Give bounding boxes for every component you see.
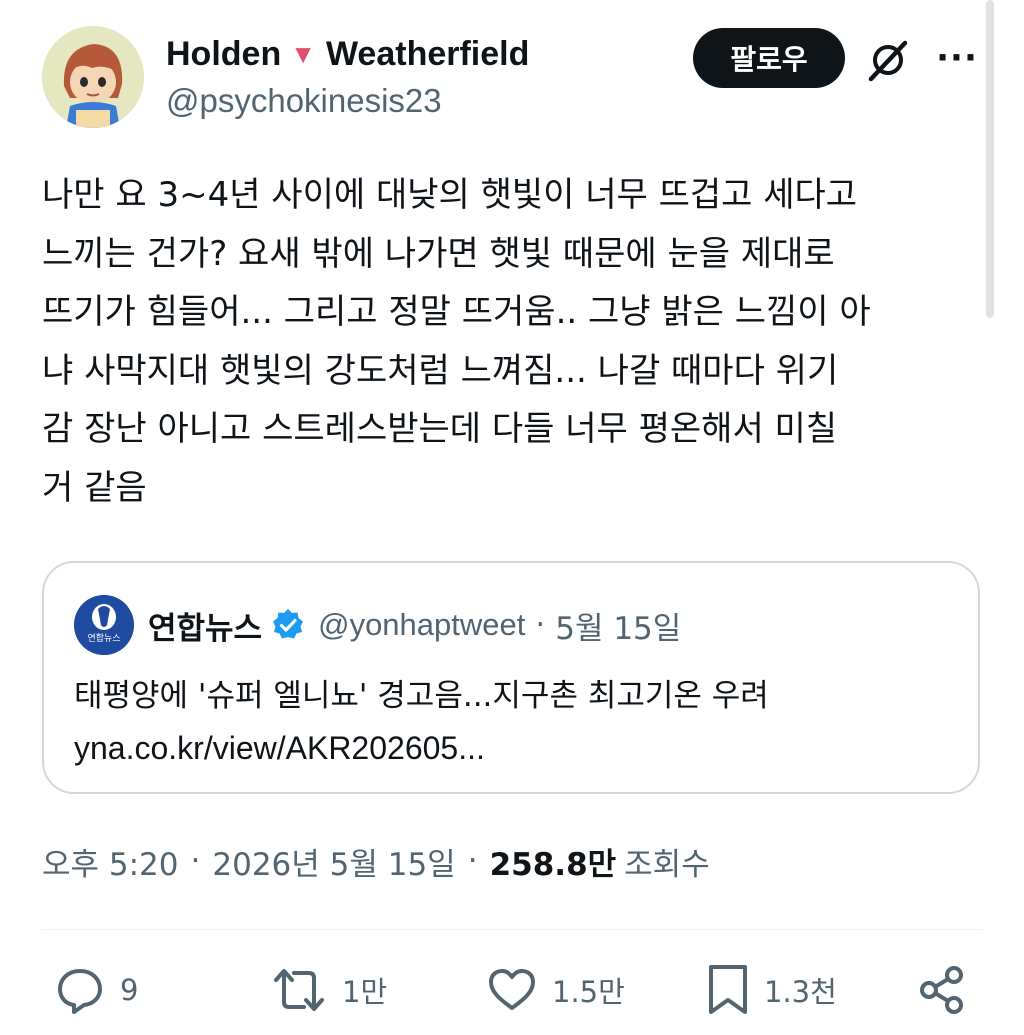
- display-name-last: Weatherfield: [325, 34, 530, 73]
- quoted-tweet-link[interactable]: yna.co.kr/view/AKR202605...: [74, 721, 485, 775]
- avatar-illustration: [42, 26, 144, 128]
- quoted-date[interactable]: 5월 15일: [555, 603, 681, 648]
- grok-icon[interactable]: [865, 37, 911, 83]
- quoted-author-handle[interactable]: @yonhaptweet: [318, 607, 525, 643]
- like-count: 1.5만: [552, 975, 625, 1009]
- retweet-icon: [274, 969, 324, 1011]
- red-triangle-emoji-icon: ▼: [290, 38, 316, 69]
- quoted-author-name[interactable]: 연합뉴스: [148, 603, 262, 648]
- meta-separator: ·: [190, 843, 201, 879]
- display-name-first: Holden: [166, 34, 282, 73]
- tweet-date[interactable]: 2026년 5월 15일: [212, 839, 455, 884]
- verified-badge-icon: [273, 609, 304, 639]
- tweet-header: Holden ▼ Weatherfield @psychokinesis23 팔…: [42, 26, 982, 130]
- action-bar: 9 1만 1.5만 1.3천: [0, 960, 1024, 1020]
- views-label: 조회수: [624, 846, 710, 883]
- reply-count: 9: [120, 973, 139, 1007]
- author-display-name[interactable]: Holden ▼ Weatherfield: [166, 32, 529, 76]
- divider: [42, 929, 982, 930]
- retweet-count: 1만: [342, 975, 388, 1009]
- bookmark-count: 1.3천: [764, 975, 837, 1009]
- heart-icon: [489, 969, 535, 1010]
- share-icon: [920, 966, 963, 1014]
- quoted-avatar-text: 연합뉴스: [87, 634, 121, 644]
- bookmark-icon: [709, 965, 747, 1014]
- bookmark-button[interactable]: 1.3천: [706, 960, 837, 1020]
- follow-button[interactable]: 팔로우: [693, 28, 845, 88]
- share-button[interactable]: [916, 960, 968, 1020]
- more-options-icon[interactable]: ···: [935, 40, 979, 76]
- retweet-button[interactable]: 1만: [270, 960, 387, 1020]
- quoted-tweet-text: 태평양에 '슈퍼 엘니뇨' 경고음...지구촌 최고기온 우려: [74, 678, 769, 714]
- tweet-text: 나만 요 3~4년 사이에 대낮의 햇빛이 너무 뜨겁고 세다고 느끼는 건가?…: [42, 175, 871, 508]
- reply-button[interactable]: 9: [54, 960, 138, 1020]
- quoted-tweet-header: 연합뉴스 연합뉴스 @yonhaptweet · 5월 15일: [74, 595, 681, 655]
- quoted-separator: ·: [535, 607, 546, 643]
- yonhap-logo-icon: [74, 595, 134, 655]
- like-button[interactable]: 1.5만: [486, 960, 625, 1020]
- quoted-author-avatar[interactable]: 연합뉴스: [74, 595, 134, 655]
- reply-icon: [58, 969, 102, 1014]
- meta-separator-2: ·: [467, 843, 478, 879]
- author-handle[interactable]: @psychokinesis23: [166, 82, 442, 120]
- author-avatar[interactable]: [42, 26, 144, 128]
- quoted-tweet-card[interactable]: 연합뉴스 연합뉴스 @yonhaptweet · 5월 15일 태평양에 '슈퍼…: [42, 561, 980, 794]
- views-count: 258.8만: [489, 846, 617, 883]
- scrollbar[interactable]: [986, 0, 994, 318]
- tweet-time[interactable]: 오후 5:20: [42, 839, 179, 884]
- tweet-meta: 오후 5:20 · 2026년 5월 15일 · 258.8만 조회수: [42, 836, 710, 886]
